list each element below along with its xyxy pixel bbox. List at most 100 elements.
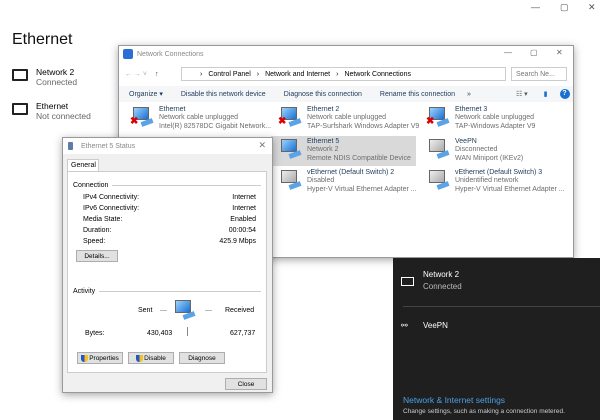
tab-general[interactable]: General [67, 159, 99, 171]
status-row: IPv6 Connectivity: Internet [83, 205, 256, 212]
rename-button[interactable]: Rename this connection [380, 91, 455, 98]
connection-item[interactable]: ✖ Ethernet 3 Network cable unplugged TAP-Wi… [419, 104, 564, 134]
settings-description: Change settings, such as making a connec… [403, 408, 565, 415]
status-value: Internet [232, 205, 256, 212]
details-button[interactable]: Details... [76, 250, 118, 262]
activity-group-label: Activity [73, 288, 96, 295]
bytes-sent: 430,403 [147, 330, 173, 337]
network-status: Connected [36, 77, 78, 87]
view-options-icon[interactable]: ☷ ▾ [516, 90, 528, 98]
maximize-button[interactable]: ▢ [530, 48, 538, 57]
error-x-icon: ✖ [130, 116, 139, 127]
preview-pane-icon[interactable]: ▮ [544, 90, 548, 98]
status-label: Media State: [83, 216, 123, 223]
flyout-vpn[interactable]: VeePN [423, 321, 448, 330]
shield-icon [81, 354, 89, 362]
breadcrumb-item[interactable]: Control Panel [208, 71, 250, 78]
maximize-button[interactable]: ▢ [560, 2, 569, 13]
minimize-button[interactable]: — [531, 2, 540, 12]
connection-item[interactable]: vEthernet (Default Switch) 2 Disabled Hype… [271, 167, 417, 197]
network-adapter-icon: ✖ [130, 106, 155, 128]
connection-status: Network cable unplugged [159, 114, 238, 121]
connection-name: vEthernet (Default Switch) 2 [307, 169, 395, 176]
network-settings-link[interactable]: Network & Internet settings [403, 395, 505, 405]
network-flyout: Network 2 Connected ⚯ VeePN Network & In… [393, 258, 600, 420]
received-label: Received [225, 307, 255, 314]
network-item[interactable]: Network 2 Connected [12, 67, 77, 87]
flyout-network-name[interactable]: Network 2 [423, 270, 459, 279]
connection-item[interactable]: ✖ Ethernet 2 Network cable unplugged TAP-Su… [271, 104, 420, 134]
close-button[interactable]: ✕ [556, 48, 563, 57]
connection-device: Intel(R) 82578DC Gigabit Network... [159, 123, 272, 130]
network-item[interactable]: Ethernet Not connected [12, 101, 91, 121]
status-value: 00:00:54 [228, 227, 256, 234]
status-label: Duration: [83, 227, 112, 234]
dialog-title: Ethernet 5 Status [81, 142, 136, 150]
bytes-received: 627,737 [230, 330, 256, 337]
disable-button[interactable]: Disable [128, 352, 174, 364]
breadcrumb-item[interactable]: Network Connections [344, 71, 411, 78]
connection-item[interactable]: vEthernet (Default Switch) 3 Unidentified… [419, 167, 565, 197]
status-label: Speed: [83, 238, 106, 245]
error-x-icon: ✖ [426, 116, 435, 127]
status-row: Media State: Enabled [83, 216, 256, 223]
network-adapter-icon [279, 138, 303, 160]
connection-name: Ethernet 2 [307, 106, 340, 113]
nav-buttons[interactable]: ← → ˅ ↑ [125, 67, 158, 81]
properties-button[interactable]: Properties [77, 352, 123, 364]
connection-status: Network cable unplugged [455, 114, 534, 121]
network-adapter-icon [427, 138, 451, 160]
network-icon [123, 49, 133, 59]
connection-item[interactable]: ✖ Ethernet Network cable unplugged Intel(R)… [123, 104, 272, 134]
more-button[interactable]: » [467, 91, 471, 98]
bytes-label: Bytes: [85, 330, 105, 337]
status-label: IPv4 Connectivity: [83, 194, 140, 201]
disable-device-button[interactable]: Disable this network device [181, 91, 266, 98]
status-value: Internet [232, 194, 256, 201]
diagnose-button[interactable]: Diagnose [179, 352, 225, 364]
connection-item[interactable]: Ethernet 5 Network 2 Remote NDIS Compatibl… [271, 136, 416, 166]
search-input[interactable]: Search Ne... [511, 67, 567, 81]
diagnose-button[interactable]: Diagnose this connection [284, 91, 362, 98]
monitor-icon [12, 69, 28, 81]
monitor-icon [12, 103, 28, 115]
close-button[interactable]: Close [225, 378, 267, 390]
connection-item[interactable]: VeePN Disconnected WAN Miniport (IKEv2) [419, 136, 564, 166]
network-adapter-icon: ✖ [426, 106, 451, 128]
status-dialog: Ethernet 5 Status ✕ General Connection IP… [62, 137, 273, 393]
connection-status: Disconnected [455, 146, 498, 153]
connection-device: TAP-Windows Adapter V9 [455, 123, 536, 130]
flyout-network-status: Connected [423, 282, 462, 291]
network-adapter-icon [279, 169, 303, 191]
status-row: IPv4 Connectivity: Internet [83, 194, 256, 201]
status-value: 425.9 Mbps [219, 238, 256, 245]
connection-status: Network cable unplugged [307, 114, 386, 121]
ethernet-icon [401, 277, 414, 286]
connection-name: Ethernet 3 [455, 106, 488, 113]
status-row: Speed: 425.9 Mbps [83, 238, 256, 245]
connection-status: Network 2 [307, 146, 339, 153]
status-value: Enabled [230, 216, 256, 223]
close-icon[interactable]: ✕ [258, 140, 266, 151]
close-button[interactable]: ✕ [588, 2, 596, 13]
organize-button[interactable]: Organize ▾ [129, 90, 163, 98]
network-status: Not connected [36, 111, 91, 121]
network-adapter-icon [427, 169, 451, 191]
sent-label: Sent [138, 307, 153, 314]
network-adapter-icon: ✖ [278, 106, 303, 128]
network-activity-icon [173, 299, 197, 321]
help-icon[interactable]: ? [559, 89, 570, 99]
window-title: Network Connections [137, 50, 204, 58]
connection-device: TAP-Surfshark Windows Adapter V9 [307, 123, 420, 130]
shield-icon [136, 354, 144, 362]
connection-device: Hyper-V Virtual Ethernet Adapter ... [307, 186, 417, 193]
status-row: Duration: 00:00:54 [83, 227, 256, 234]
connection-device: Remote NDIS Compatible Device [307, 155, 411, 162]
connection-name: Ethernet [159, 106, 186, 113]
address-bar[interactable]: › Control Panel › Network and Internet › Netw… [181, 67, 506, 81]
connection-status: Disabled [307, 177, 335, 184]
minimize-button[interactable]: — [504, 48, 512, 57]
breadcrumb-item[interactable]: Network and Internet [265, 71, 330, 78]
connection-name: vEthernet (Default Switch) 3 [455, 169, 543, 176]
network-name: Network 2 [36, 67, 75, 77]
